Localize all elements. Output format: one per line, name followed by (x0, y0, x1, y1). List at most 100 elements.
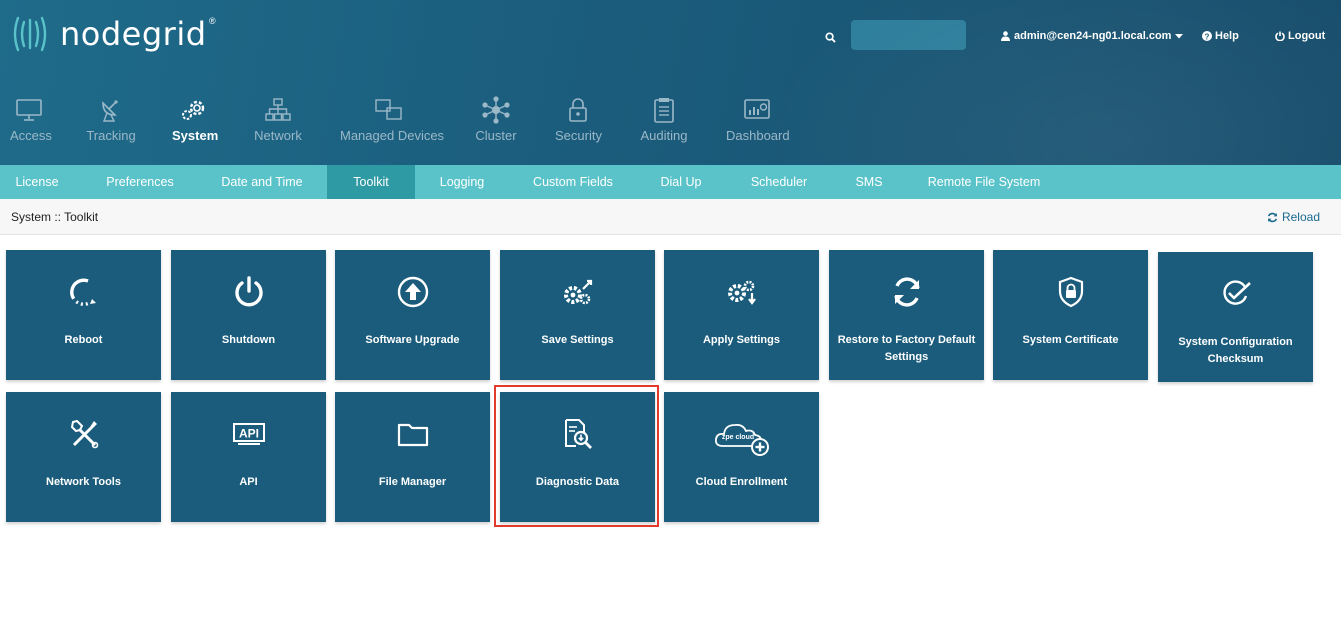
shield-lock-icon (1058, 276, 1083, 308)
satellite-icon (102, 100, 118, 122)
tile-reboot[interactable]: Reboot (6, 250, 161, 380)
tab-sms[interactable]: SMS (846, 165, 892, 199)
search-icon[interactable] (825, 30, 836, 48)
tab-remote-file-system[interactable]: Remote File System (918, 165, 1050, 199)
network-icon (265, 98, 291, 121)
tile-apply-settings[interactable]: Apply Settings (664, 250, 819, 380)
apply-gears-icon (727, 280, 756, 305)
refresh-icon (1267, 212, 1278, 222)
diagnostic-doc-icon (564, 419, 592, 449)
tools-icon (70, 419, 98, 449)
brand-name: nodegrid (60, 15, 207, 53)
nav-tracking-label: Tracking (86, 128, 136, 143)
reload-button[interactable]: Reload (1267, 210, 1320, 224)
user-name: admin@cen24-ng01.local.com (1014, 30, 1172, 42)
nodegrid-mark-icon (13, 16, 47, 52)
help-label: Help (1215, 30, 1239, 42)
lock-icon (569, 98, 587, 122)
tile-restore-factory-default[interactable]: Restore to Factory Default Settings (829, 250, 984, 380)
registered-mark: ® (209, 16, 216, 26)
tile-restore-factory-default-label: Restore to Factory Default Settings (837, 334, 976, 363)
tile-system-configuration-checksum[interactable]: System Configuration Checksum (1158, 252, 1313, 382)
tile-system-certificate[interactable]: System Certificate (993, 250, 1148, 380)
user-icon (1001, 31, 1010, 41)
upgrade-arrow-icon (397, 276, 428, 308)
nav-access-label: Access (10, 128, 52, 143)
logout-link[interactable]: Logout (1275, 30, 1325, 42)
restore-icon (893, 277, 920, 307)
tile-api-label: API (239, 476, 258, 488)
nav-managed-devices[interactable]: Managed Devices (340, 95, 445, 143)
breadcrumb-bar: System :: Toolkit Reload (0, 199, 1341, 235)
gears-icon (182, 100, 205, 120)
tab-dial-up[interactable]: Dial Up (650, 165, 712, 199)
folder-icon (397, 423, 428, 447)
cluster-icon (482, 96, 510, 124)
tile-cloud-enrollment[interactable]: zpe cloud Cloud Enrollment (664, 392, 819, 522)
tile-save-settings-label: Save Settings (541, 334, 614, 346)
nav-tracking[interactable]: Tracking (86, 95, 136, 143)
checksum-icon (1222, 280, 1251, 305)
tab-license[interactable]: License (0, 165, 74, 199)
logo[interactable]: nodegrid ® (10, 14, 216, 54)
nav-access[interactable]: Access (10, 95, 52, 143)
nav-dashboard-label: Dashboard (726, 128, 790, 143)
nav-cluster[interactable]: Cluster (474, 95, 518, 143)
tab-preferences[interactable]: Preferences (95, 165, 185, 199)
breadcrumb: System :: Toolkit (11, 210, 99, 224)
reload-label: Reload (1281, 210, 1320, 224)
tile-software-upgrade[interactable]: Software Upgrade (335, 250, 490, 380)
nav-managed-devices-label: Managed Devices (340, 128, 445, 143)
tile-cloud-enrollment-label: Cloud Enrollment (695, 476, 788, 488)
nav-security[interactable]: Security (555, 95, 602, 143)
tab-toolkit[interactable]: Toolkit (327, 165, 415, 199)
cloud-text: zpe cloud (721, 434, 753, 441)
tab-logging[interactable]: Logging (428, 165, 496, 199)
power-small-icon (1275, 31, 1285, 41)
tile-file-manager[interactable]: File Manager (335, 392, 490, 522)
nav-security-label: Security (555, 128, 602, 143)
cloud-plus-icon: zpe cloud (714, 423, 769, 456)
header: nodegrid ® admin@cen24-ng01.local.com ? … (0, 0, 1341, 165)
clipboard-icon (654, 98, 674, 123)
search-input[interactable] (851, 20, 966, 50)
tab-custom-fields[interactable]: Custom Fields (522, 165, 624, 199)
tile-system-certificate-label: System Certificate (1022, 334, 1119, 346)
chevron-down-icon (1175, 33, 1184, 38)
logout-label: Logout (1288, 30, 1326, 42)
user-menu[interactable]: admin@cen24-ng01.local.com (1001, 30, 1184, 42)
nav-dashboard[interactable]: Dashboard (726, 95, 790, 143)
dashboard-icon (744, 99, 770, 119)
tile-network-tools[interactable]: Network Tools (6, 392, 161, 522)
nav-auditing[interactable]: Auditing (640, 95, 688, 143)
tile-diagnostic-data[interactable]: Diagnostic Data (500, 392, 655, 522)
nav-network[interactable]: Network (253, 95, 303, 143)
tile-reboot-label: Reboot (64, 334, 103, 346)
monitor-icon (16, 99, 42, 121)
power-icon (234, 276, 263, 307)
sub-nav: License Preferences Date and Time Toolki… (0, 165, 1341, 199)
tile-save-settings[interactable]: Save Settings (500, 250, 655, 380)
devices-icon (375, 99, 402, 120)
help-icon: ? (1202, 31, 1212, 41)
tab-scheduler[interactable]: Scheduler (739, 165, 819, 199)
reboot-icon (69, 278, 97, 306)
api-icon: API (232, 423, 265, 445)
tile-apply-settings-label: Apply Settings (702, 334, 780, 346)
tile-api[interactable]: API API (171, 392, 326, 522)
tile-diagnostic-data-label: Diagnostic Data (535, 476, 620, 488)
svg-text:API: API (238, 427, 258, 441)
tile-shutdown[interactable]: Shutdown (171, 250, 326, 380)
nav-auditing-label: Auditing (640, 128, 688, 143)
nav-system-label: System (172, 128, 219, 143)
save-gears-icon (563, 279, 592, 305)
tile-network-tools-label: Network Tools (46, 476, 121, 488)
help-link[interactable]: ? Help (1202, 30, 1239, 42)
tile-software-upgrade-label: Software Upgrade (365, 334, 460, 346)
nav-network-label: Network (254, 128, 302, 143)
tile-shutdown-label: Shutdown (221, 334, 276, 346)
tile-system-configuration-checksum-label: System Configuration Checksum (1178, 336, 1293, 365)
tile-file-manager-label: File Manager (378, 476, 447, 488)
tab-date-and-time[interactable]: Date and Time (210, 165, 314, 199)
nav-system[interactable]: System (172, 95, 219, 143)
